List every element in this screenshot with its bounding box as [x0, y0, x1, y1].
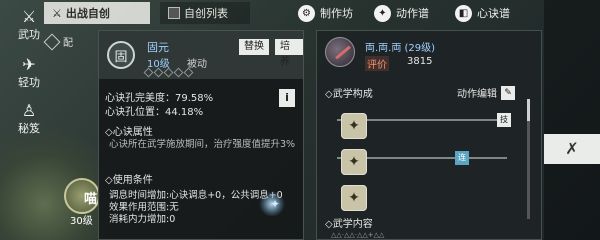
rating-tag: 评价 [365, 56, 389, 71]
content-preview: △△·△△·△△+△△ [331, 231, 385, 239]
slot-tag-button[interactable]: 连 [455, 151, 469, 165]
swords-icon: ⚔ [52, 6, 62, 20]
mind-book-label: 心诀谱 [477, 7, 510, 20]
side-wugong-label: 武功 [18, 28, 40, 41]
tab-battle-custom[interactable]: ⚔ 出战自创 [44, 2, 150, 24]
custom-skill-icon: ✗ [565, 139, 579, 158]
action-book-label: 动作谱 [396, 7, 429, 20]
tooltip-type: 被动 [187, 59, 207, 70]
skill-slot[interactable]: ✦ [341, 185, 367, 211]
position-stat: 心诀孔位置：44.18% [105, 107, 204, 118]
tab-custom-list[interactable]: 自创列表 [160, 2, 250, 24]
sparkle-icon: ✦ [270, 197, 281, 211]
swap-button[interactable]: 替换 [239, 39, 269, 55]
tooltip-name: 固元 [147, 41, 169, 54]
rating-score: 3815 [407, 56, 433, 67]
action-edit-button[interactable]: 动作编辑 ✎ [457, 85, 515, 100]
forge-label: 制作坊 [320, 7, 353, 20]
action-book-icon: ✦ [374, 4, 391, 22]
meditate-icon: ♙ [21, 101, 37, 120]
character-level: 30级 [70, 216, 93, 227]
side-qinggong-label: 轻功 [18, 76, 40, 89]
pen-icon: ✎ [501, 85, 515, 100]
scroll-thumb[interactable] [527, 99, 530, 121]
perfection-stat: 心诀孔完美度：79.58% [105, 93, 214, 104]
train-button[interactable]: 培养 [275, 39, 303, 68]
tab-custom-label: 自创列表 [184, 7, 228, 20]
side-item-qinggong[interactable]: ✈ 轻功 [6, 52, 52, 98]
character-name: 喵 [84, 192, 98, 207]
side-miji-label: 秘笈 [18, 122, 40, 135]
info-button[interactable]: i [279, 89, 295, 107]
slot-tag-button[interactable]: 技 [497, 113, 511, 127]
leap-icon: ✈ [22, 55, 36, 74]
list-icon [168, 7, 180, 19]
skill-slot[interactable]: ✦ [341, 113, 367, 139]
mind-book-button[interactable]: ◧ 心诀谱 [455, 3, 510, 23]
seal-icon: 固 [107, 41, 135, 69]
side-nav [544, 0, 600, 240]
cond-section-title: ◇使用条件 [105, 175, 153, 186]
config-label: 配 [63, 38, 73, 49]
side-item-custom-active[interactable]: ✗ [544, 134, 600, 164]
side-item-miji[interactable]: ♙ 秘笈 [6, 98, 52, 144]
section-composition: ◇武学构成 [325, 89, 373, 100]
skill-detail-panel: 両.両.両 (29级) 评价 3815 ◇武学构成 动作编辑 ✎ ✦ ✦ ✦ 技… [316, 30, 542, 240]
rank-dots [143, 67, 194, 78]
attr-section-title: ◇心诀属性 [105, 127, 153, 138]
forge-icon: ⚙ [298, 4, 315, 22]
cond-line: 消耗内力增加:0 [109, 214, 176, 225]
martial-icon: ⚔ [21, 7, 37, 26]
section-content: ◇武学内容 [325, 219, 373, 230]
action-book-button[interactable]: ✦ 动作谱 [374, 3, 429, 23]
attr-description: 心诀所在武学施放期间，治疗强度值提升3% [109, 139, 296, 150]
skill-title: 両.両.両 (29级) [365, 43, 436, 54]
side-item-wugong[interactable]: ⚔ 武功 [6, 4, 52, 50]
forge-button[interactable]: ⚙ 制作坊 [298, 3, 353, 23]
scrollbar[interactable] [527, 99, 530, 219]
action-edit-label: 动作编辑 [457, 89, 497, 100]
skill-slot[interactable]: ✦ [341, 149, 367, 175]
skill-avatar [325, 37, 355, 67]
tab-battle-label: 出战自创 [65, 7, 110, 20]
mind-book-icon: ◧ [455, 4, 472, 22]
